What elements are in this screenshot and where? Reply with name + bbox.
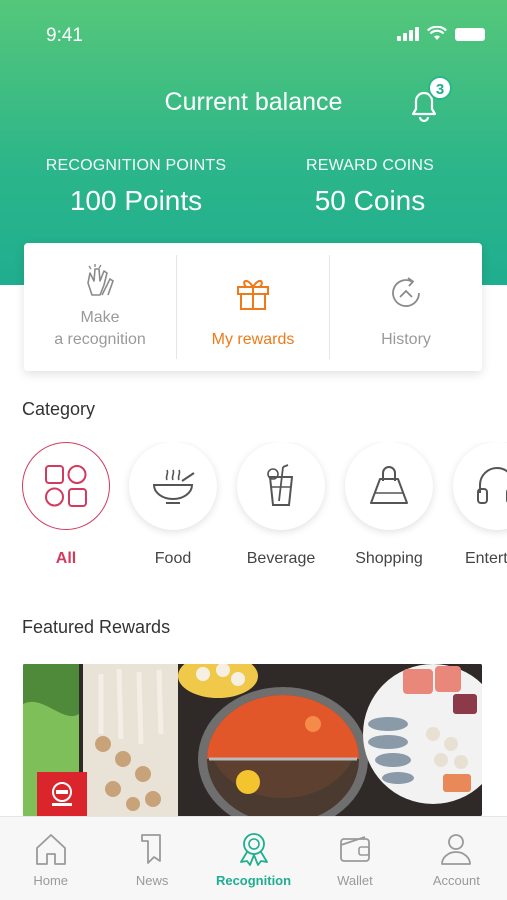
tab-label: Home: [33, 873, 69, 888]
category-food[interactable]: Food: [118, 442, 228, 568]
tab-label: Account: [432, 873, 480, 888]
user-icon: [441, 834, 472, 865]
category-beverage[interactable]: Beverage: [226, 442, 336, 568]
grid-shapes-icon: [45, 465, 87, 507]
recognition-points-block: RECOGNITION POINTS 100 Points: [36, 157, 236, 217]
clap-hands-icon: [87, 264, 114, 296]
restaurant-logo: [37, 772, 87, 816]
tab-account[interactable]: Account: [406, 817, 507, 900]
news-icon: [141, 834, 162, 864]
bottom-tab-bar: Home News Recognition Wallet Account: [0, 816, 507, 900]
featured-reward-image[interactable]: [23, 664, 482, 816]
category-title: Category: [22, 399, 96, 419]
home-icon: [35, 834, 66, 865]
bowl-icon: [152, 469, 195, 504]
my-rewards-button[interactable]: My rewards: [176, 255, 329, 359]
tab-label: Wallet: [337, 873, 373, 888]
tab-home[interactable]: Home: [0, 817, 101, 900]
tab-label: Recognition: [215, 873, 292, 888]
category-shopping[interactable]: Shopping: [334, 442, 444, 568]
recognition-points-label: RECOGNITION POINTS: [45, 157, 227, 174]
category-label: Beverage: [246, 550, 316, 567]
category-label: Entertain: [464, 550, 507, 567]
status-icons: [397, 26, 485, 41]
signal-icon: [397, 27, 419, 41]
status-time: 9:41: [46, 25, 83, 46]
drink-icon: [267, 464, 294, 506]
notification-badge: 3: [428, 76, 452, 100]
category-list: All Food Beverage Shopping Entert: [22, 442, 507, 572]
make-recognition-button[interactable]: Make a recognition: [24, 243, 176, 371]
reward-coins-label: REWARD COINS: [305, 157, 435, 174]
make-recognition-label-1: Make: [80, 309, 120, 326]
category-all[interactable]: All: [22, 442, 121, 568]
reward-coins-block: REWARD COINS 50 Coins: [270, 157, 470, 217]
history-label: History: [381, 331, 431, 348]
hotpot-photo: [23, 664, 482, 816]
category-label: Food: [154, 550, 192, 567]
tab-recognition[interactable]: Recognition: [203, 817, 304, 900]
shopping-bag-icon: [370, 466, 408, 504]
gift-icon: [237, 280, 269, 310]
battery-icon: [455, 28, 485, 41]
category-entertainment[interactable]: Entertain: [442, 442, 507, 568]
tab-news[interactable]: News: [101, 817, 202, 900]
make-recognition-label-2: a recognition: [54, 331, 146, 348]
tab-wallet[interactable]: Wallet: [304, 817, 405, 900]
reward-coins-value: 50 Coins: [314, 185, 426, 216]
category-label: Shopping: [355, 550, 423, 567]
category-label: All: [55, 550, 77, 567]
wallet-icon: [340, 836, 370, 862]
headphones-icon: [477, 467, 507, 504]
action-card: Make a recognition My rewards History: [24, 243, 482, 371]
award-icon: [239, 833, 268, 866]
wifi-icon: [427, 26, 447, 40]
my-rewards-label: My rewards: [211, 331, 295, 348]
tab-label: News: [135, 873, 169, 888]
recognition-points-value: 100 Points: [69, 185, 203, 216]
status-bar: 9:41: [0, 22, 507, 48]
history-button[interactable]: History: [329, 255, 482, 359]
history-icon: [392, 277, 420, 307]
featured-rewards-title: Featured Rewards: [22, 617, 171, 637]
